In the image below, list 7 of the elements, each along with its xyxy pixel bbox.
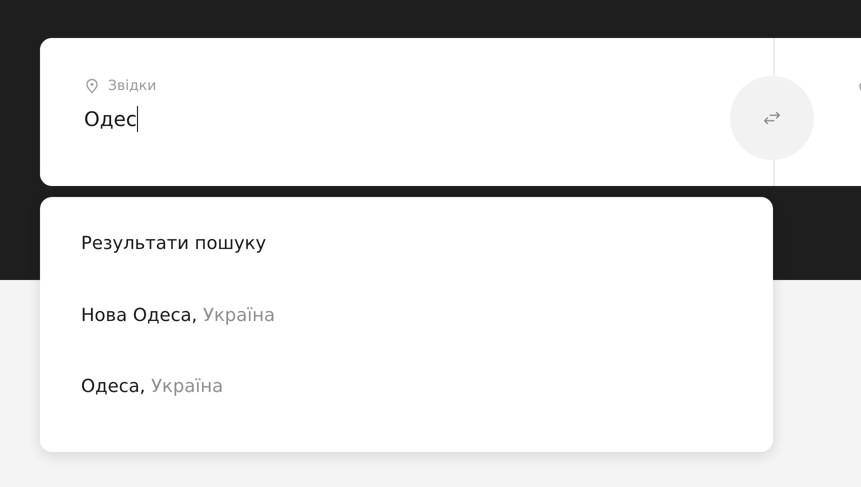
- result-item[interactable]: Нова Одеса, Україна: [81, 305, 276, 376]
- field-value: Одес: [84, 107, 137, 131]
- field-label: Звідки: [108, 78, 156, 94]
- location-pin-icon: [84, 78, 100, 94]
- from-field[interactable]: Звідки Одес: [40, 38, 775, 186]
- result-item[interactable]: Одеса, Україна: [81, 376, 224, 447]
- results-heading: Результати пошуку: [81, 233, 268, 256]
